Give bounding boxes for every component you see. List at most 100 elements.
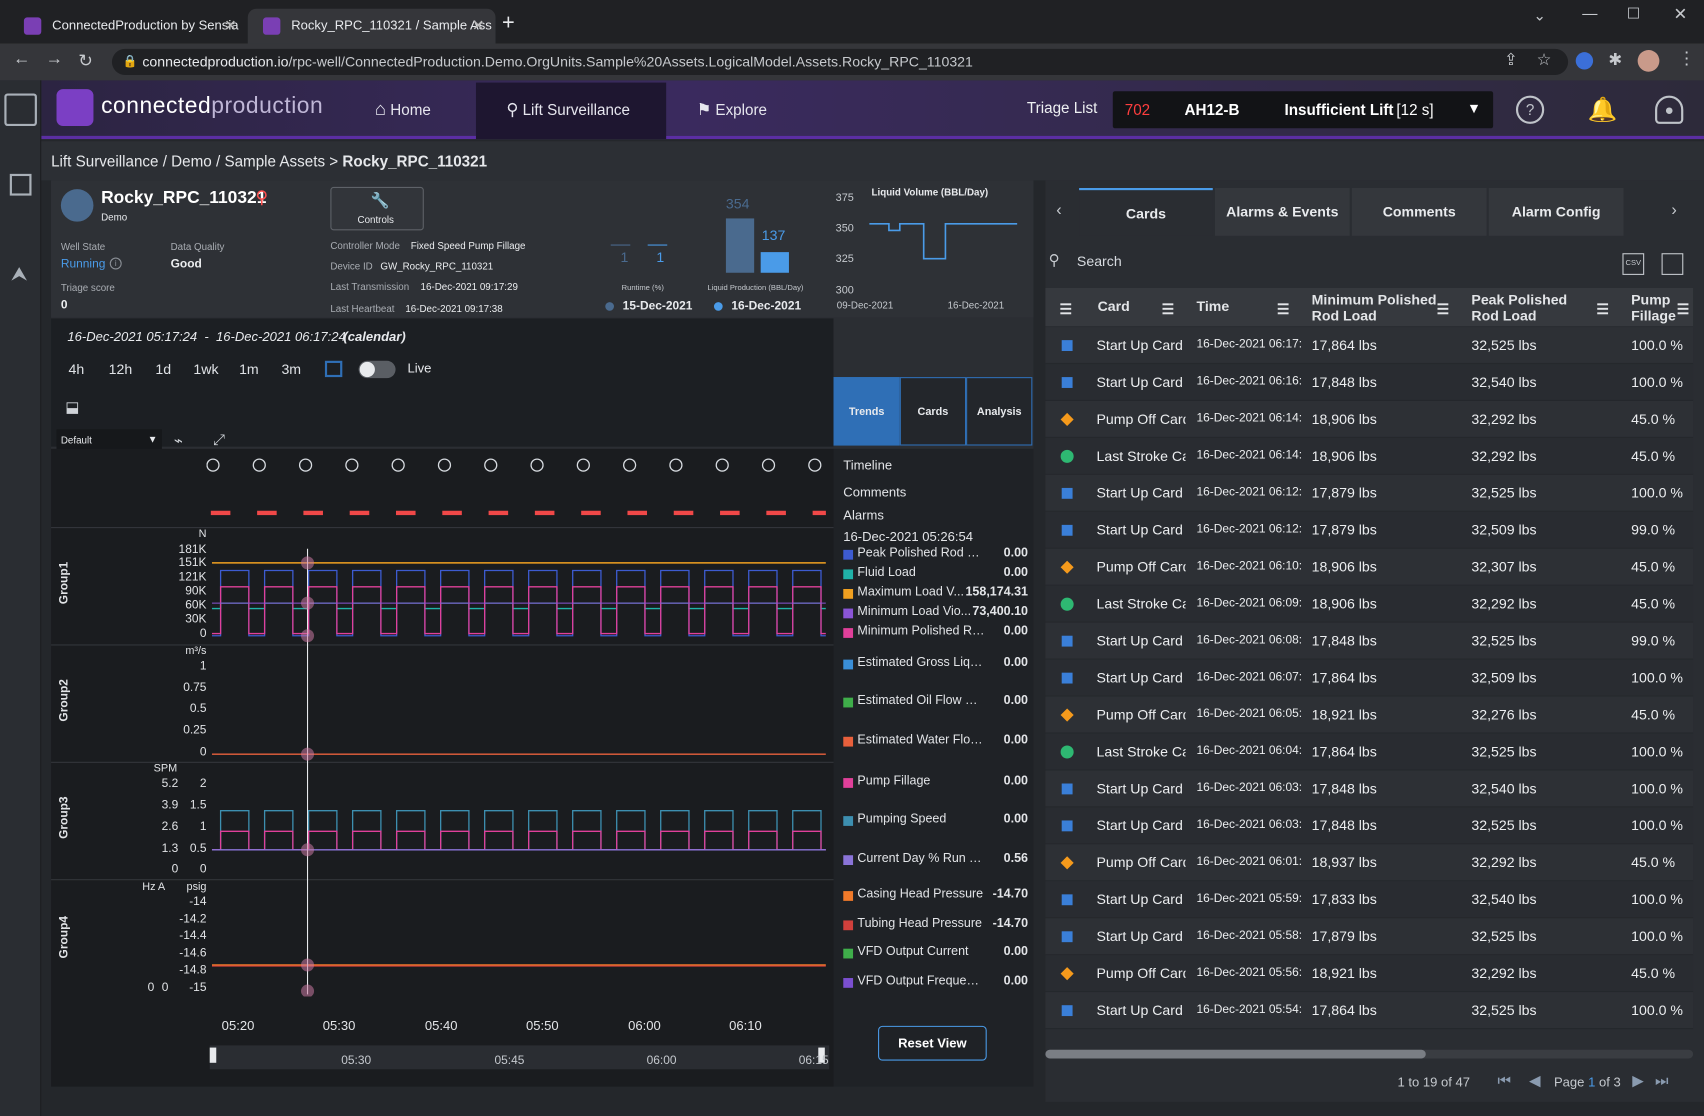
tab-search-icon[interactable]: ⌄	[1533, 7, 1546, 25]
column-header-min-load[interactable]: Minimum Polished Rod Load	[1312, 288, 1440, 326]
timeline-event-icon[interactable]	[715, 458, 729, 472]
next-page-icon[interactable]: ▶	[1632, 1071, 1644, 1089]
table-row[interactable]: Start Up Card 16-Dec-2021 06:12: 17,879 lb…	[1045, 474, 1694, 512]
help-icon[interactable]: ?	[1515, 95, 1545, 124]
range-3m-button[interactable]: 3m	[281, 361, 301, 377]
pan-tool-icon[interactable]: ⬓	[65, 398, 79, 416]
dashboard-grid-icon[interactable]	[9, 173, 32, 196]
legend-item[interactable]: Maximum Load V... 158,174.31	[843, 586, 1028, 603]
table-row[interactable]: Last Stroke Card 16-Dec-2021 06:09: 18,906…	[1045, 585, 1694, 623]
table-row[interactable]: Start Up Card 16-Dec-2021 05:58: 17,879 lb…	[1045, 918, 1694, 956]
legend-item[interactable]: Minimum Polished Rod ... 0.00	[843, 625, 1028, 642]
tab-alarms-events[interactable]: Alarms & Events	[1214, 187, 1350, 236]
tab-cards[interactable]: Cards	[899, 377, 967, 446]
timeline-event-icon[interactable]	[669, 458, 683, 472]
browser-menu-icon[interactable]: ⋮	[1678, 48, 1695, 70]
timeline-event-icon[interactable]	[484, 458, 498, 472]
alarm-marker[interactable]	[395, 510, 416, 516]
alarm-marker[interactable]	[303, 510, 323, 516]
legend-item[interactable]: Pump Fillage 0.00	[843, 775, 1028, 792]
legend-item[interactable]: Peak Polished Rod Load 0.00	[843, 547, 1028, 564]
browser-tab-active[interactable]: Rocky_RPC_110321 / Sample Ass ✕	[247, 8, 496, 44]
tab-cards-list[interactable]: Cards	[1079, 187, 1213, 236]
column-settings-icon[interactable]	[1661, 253, 1684, 275]
alarm-marker[interactable]	[627, 510, 648, 516]
legend-item[interactable]: Estimated Gross Liquid ... 0.00	[843, 656, 1028, 673]
timeline-event-icon[interactable]	[808, 458, 822, 472]
table-row[interactable]: Start Up Card 16-Dec-2021 06:17: 17,864 lb…	[1045, 327, 1694, 365]
legend-item[interactable]: Estimated Oil Flow Rate 0.00	[843, 694, 1028, 711]
table-row[interactable]: Last Stroke Card 16-Dec-2021 06:04: 17,864…	[1045, 733, 1694, 771]
breadcrumb-item[interactable]: Lift Surveillance	[51, 152, 158, 169]
timeline-event-icon[interactable]	[391, 458, 405, 472]
live-toggle[interactable]	[358, 360, 396, 379]
range-12h-button[interactable]: 12h	[109, 361, 133, 377]
pulse-icon[interactable]: ⌁	[174, 431, 183, 449]
range-4h-button[interactable]: 4h	[68, 361, 84, 377]
range-1d-button[interactable]: 1d	[155, 361, 171, 377]
alarm-marker[interactable]	[534, 510, 555, 516]
legend-item[interactable]: Minimum Load Vio... 73,400.10	[843, 605, 1028, 622]
horizontal-scrollbar[interactable]	[1045, 1049, 1694, 1059]
extensions-icon[interactable]: ✱	[1608, 50, 1622, 69]
table-row[interactable]: Pump Off Card 16-Dec-2021 06:05: 18,921 lb…	[1045, 696, 1694, 734]
table-row[interactable]: Start Up Card 16-Dec-2021 05:54: 17,864 lb…	[1045, 992, 1694, 1030]
timeline-event-icon[interactable]	[298, 458, 313, 472]
prev-page-icon[interactable]: ◀	[1529, 1071, 1541, 1089]
close-window-icon[interactable]: ✕	[1674, 4, 1688, 24]
user-account-icon[interactable]: ●	[1655, 95, 1684, 124]
csv-export-icon[interactable]: CSV	[1622, 253, 1645, 275]
new-tab-button[interactable]: +	[502, 11, 515, 36]
navigator-handle-left[interactable]	[209, 1047, 217, 1063]
table-row[interactable]: Pump Off Card 16-Dec-2021 05:56: 18,921 lb…	[1045, 955, 1694, 993]
range-1m-button[interactable]: 1m	[239, 361, 259, 377]
tab-trends[interactable]: Trends	[833, 377, 900, 446]
legend-item[interactable]: Pumping Speed 0.00	[843, 813, 1028, 830]
breadcrumb-item[interactable]: Demo	[171, 152, 212, 169]
table-row[interactable]: Start Up Card 16-Dec-2021 06:03: 17,848 lb…	[1045, 770, 1694, 808]
app-logo[interactable]: connectedproduction	[101, 93, 323, 119]
navigate-arrow-icon[interactable]: ⮝	[11, 263, 28, 286]
table-row[interactable]: Start Up Card 16-Dec-2021 06:03: 17,848 lb…	[1045, 807, 1694, 845]
notifications-bell-icon[interactable]: 🔔	[1588, 96, 1618, 124]
alarm-marker[interactable]	[210, 510, 231, 516]
profile-avatar[interactable]	[1637, 49, 1660, 72]
timeline-event-icon[interactable]	[437, 458, 452, 472]
table-row[interactable]: Start Up Card 16-Dec-2021 06:16: 17,848 lb…	[1045, 364, 1694, 401]
password-manager-icon[interactable]	[1575, 52, 1594, 70]
close-tab-icon[interactable]: ✕	[224, 9, 237, 42]
url-field[interactable]: 🔒 connectedproduction.io/rpc-well/Connec…	[111, 48, 1569, 75]
timeline-event-icon[interactable]	[530, 458, 544, 472]
close-tab-icon[interactable]: ✕	[472, 9, 485, 42]
search-input[interactable]: ⚲ Search	[1046, 249, 1611, 275]
range-1wk-button[interactable]: 1wk	[193, 361, 218, 377]
table-row[interactable]: Start Up Card 16-Dec-2021 06:12: 17,879 lb…	[1045, 511, 1694, 549]
location-pin-icon[interactable]: ⚲	[255, 187, 268, 209]
browser-tab[interactable]: ConnectedProduction by Sensia ✕	[9, 9, 248, 44]
nav-home[interactable]: ⌂ Home	[375, 80, 431, 139]
tab-comments[interactable]: Comments	[1351, 187, 1487, 236]
triage-dropdown[interactable]: 702 AH12-B Insufficient Lift [12 s] ▼	[1112, 91, 1494, 129]
legend-item[interactable]: Casing Head Pressure -14.70	[843, 888, 1028, 905]
legend-item[interactable]: Fluid Load 0.00	[843, 566, 1028, 583]
alarm-marker[interactable]	[812, 510, 826, 516]
expand-icon[interactable]: ⤢	[213, 430, 225, 448]
maximize-icon[interactable]: ☐	[1627, 4, 1641, 22]
tab-alarm-config[interactable]: Alarm Config	[1488, 187, 1624, 236]
table-row[interactable]: Pump Off Card 16-Dec-2021 06:01: 18,937 lb…	[1045, 844, 1694, 882]
column-header-peak-load[interactable]: Peak Polished Rod Load	[1471, 288, 1597, 326]
tabs-prev-icon[interactable]: ‹	[1056, 201, 1061, 219]
alarm-marker[interactable]	[488, 510, 509, 516]
hierarchy-icon[interactable]	[4, 93, 37, 127]
legend-item[interactable]: Current Day % Run Time 0.56	[843, 852, 1028, 869]
minimize-icon[interactable]: —	[1582, 4, 1597, 21]
timeline-event-icon[interactable]	[345, 458, 359, 472]
legend-item[interactable]: Tubing Head Pressure -14.70	[843, 917, 1028, 934]
legend-item[interactable]: VFD Output Current 0.00	[843, 945, 1028, 962]
last-page-icon[interactable]: ⏭	[1655, 1071, 1669, 1089]
back-icon[interactable]: ←	[13, 50, 30, 70]
alarm-marker[interactable]	[442, 510, 462, 516]
alarm-marker[interactable]	[673, 510, 694, 516]
table-row[interactable]: Start Up Card 16-Dec-2021 06:07: 17,864 lb…	[1045, 659, 1694, 697]
timeline-event-icon[interactable]	[623, 458, 637, 472]
